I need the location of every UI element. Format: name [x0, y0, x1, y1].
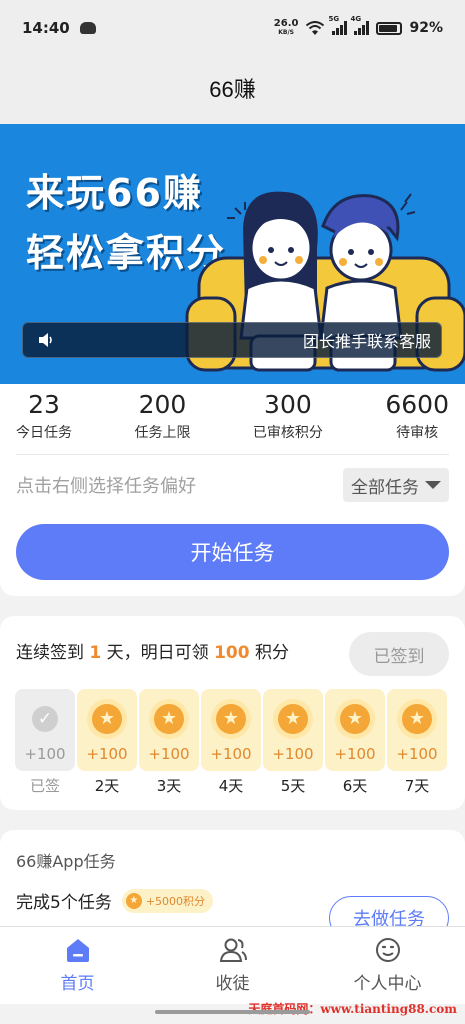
- star-coin-icon: ★: [273, 699, 313, 739]
- stat-value: 6600: [385, 390, 449, 419]
- signal-5g-icon: 5G: [328, 15, 348, 35]
- bottom-tab-bar: 首页 收徒 个人中心: [0, 926, 465, 1004]
- speaker-icon: [39, 333, 52, 347]
- signin-suffix: 积分: [254, 643, 289, 663]
- status-time: 14:40: [22, 19, 70, 37]
- tab-recruit[interactable]: 收徒: [155, 927, 310, 1004]
- tab-label: 首页: [60, 974, 95, 994]
- stat-approved-points: 300 已审核积分: [253, 390, 323, 452]
- watermark-text: 天庭首码网：www.tianting88.com: [248, 1002, 457, 1016]
- stat-task-limit: 200 任务上限: [134, 390, 190, 452]
- preference-hint: 点击右侧选择任务偏好: [16, 476, 196, 497]
- wifi-icon: [306, 20, 325, 35]
- star-coin-icon: ★: [397, 699, 437, 739]
- start-task-button[interactable]: 开始任务: [16, 524, 449, 580]
- announcement-bar[interactable]: 团长推手联系客服: [22, 322, 442, 358]
- tasks-section-title: 66赚App任务: [16, 852, 116, 871]
- task-preference-select[interactable]: 全部任务: [343, 468, 449, 502]
- stat-pending-review: 6600 待审核: [385, 390, 449, 452]
- stats-card: 23 今日任务 200 任务上限 300 已审核积分 6600 待审核 点击右侧…: [0, 384, 465, 596]
- day-label: 4天: [218, 777, 244, 795]
- stat-label: 今日任务: [16, 425, 72, 441]
- battery-icon: [376, 21, 403, 35]
- status-bar: 14:40 26.0 KB/S 5G 4G 92%: [0, 0, 465, 56]
- check-circle-icon: ✓: [25, 699, 65, 739]
- signin-reward-points: 100: [214, 643, 250, 663]
- preference-selected: 全部任务: [351, 477, 419, 498]
- stat-label: 任务上限: [134, 425, 191, 441]
- stat-label: 已审核积分: [252, 425, 323, 441]
- tab-home[interactable]: 首页: [0, 927, 155, 1004]
- announcement-text: 团长推手联系客服: [302, 332, 431, 351]
- users-icon: [219, 938, 247, 962]
- signin-card: 连续签到 1 天，明日可领 100 积分 已签到 ✓ +100 已签 ★ +10…: [0, 616, 465, 810]
- signin-summary: 连续签到 1 天，明日可领 100 积分: [16, 638, 289, 663]
- day-label: 已签: [29, 777, 60, 795]
- star-coin-icon: ★: [211, 699, 251, 739]
- stat-value: 23: [28, 390, 60, 419]
- net-speed: 26.0 KB/S: [274, 19, 299, 37]
- day-amount: +100: [86, 745, 128, 763]
- tab-label: 收徒: [215, 974, 250, 994]
- signin-day-2[interactable]: ★ +100 2天: [77, 689, 137, 796]
- home-indicator[interactable]: [155, 1010, 310, 1014]
- signin-days: ✓ +100 已签 ★ +100 2天 ★ +100 3天 ★ +100 4天: [15, 689, 447, 796]
- signal-5g-label: 5G: [328, 15, 340, 23]
- day-amount: +100: [334, 745, 376, 763]
- signin-day-5[interactable]: ★ +100 5天: [263, 689, 323, 796]
- stat-today-tasks: 23 今日任务: [16, 390, 72, 452]
- divider: [16, 454, 449, 455]
- day-amount: +100: [210, 745, 252, 763]
- task-name: 完成5个任务: [16, 893, 112, 913]
- signin-days-count: 1: [89, 643, 102, 663]
- star-coin-icon: ★: [149, 699, 189, 739]
- day-label: 5天: [280, 777, 306, 795]
- signal-4g-label: 4G: [350, 15, 362, 23]
- tab-profile[interactable]: 个人中心: [310, 927, 465, 1004]
- day-amount: +100: [272, 745, 314, 763]
- task-preference-row: 点击右侧选择任务偏好 全部任务: [16, 468, 449, 502]
- signin-prefix: 连续签到: [16, 643, 84, 663]
- stat-value: 200: [138, 390, 187, 419]
- tab-label: 个人中心: [353, 974, 422, 994]
- signin-day-7[interactable]: ★ +100 7天: [387, 689, 447, 796]
- signin-day-4[interactable]: ★ +100 4天: [201, 689, 261, 796]
- net-speed-unit: KB/S: [278, 29, 295, 36]
- app-notification-icon: [79, 22, 96, 34]
- battery-percent: 92%: [409, 20, 443, 36]
- profile-icon: [375, 938, 400, 962]
- signin-day-3[interactable]: ★ +100 3天: [139, 689, 199, 796]
- home-icon: [66, 939, 89, 962]
- star-coin-icon: ★: [335, 699, 375, 739]
- day-label: 7天: [404, 777, 430, 795]
- signed-in-button[interactable]: 已签到: [349, 632, 449, 676]
- signin-day-6[interactable]: ★ +100 6天: [325, 689, 385, 796]
- star-coin-icon: ★: [87, 699, 127, 739]
- page-title: 66赚: [0, 56, 465, 124]
- banner-headline: 来玩66赚: [26, 171, 203, 215]
- stat-label: 待审核: [396, 425, 439, 441]
- dropdown-arrow-icon: [425, 481, 441, 489]
- stat-value: 300: [264, 390, 312, 419]
- day-label: 2天: [94, 777, 120, 795]
- task-reward-badge: ★ +5000积分: [121, 888, 214, 913]
- day-label: 6天: [342, 777, 368, 795]
- day-amount: +100: [396, 745, 438, 763]
- day-amount: +100: [24, 745, 66, 763]
- day-label: 3天: [156, 777, 182, 795]
- status-right: 26.0 KB/S 5G 4G 92%: [274, 15, 443, 37]
- stats-row: 23 今日任务 200 任务上限 300 已审核积分 6600 待审核: [0, 384, 465, 452]
- signal-4g-icon: 4G: [350, 15, 370, 35]
- task-reward-text: +5000积分: [145, 894, 206, 908]
- task-item: 完成5个任务 ★ +5000积分: [16, 888, 214, 913]
- star-coin-icon: ★: [125, 892, 142, 909]
- signin-middle: 天，明日可领: [106, 643, 209, 663]
- day-amount: +100: [148, 745, 190, 763]
- signin-day-1[interactable]: ✓ +100 已签: [15, 689, 75, 796]
- promo-banner[interactable]: 来玩66赚 轻松拿积分 团长推手联系客服: [0, 124, 465, 384]
